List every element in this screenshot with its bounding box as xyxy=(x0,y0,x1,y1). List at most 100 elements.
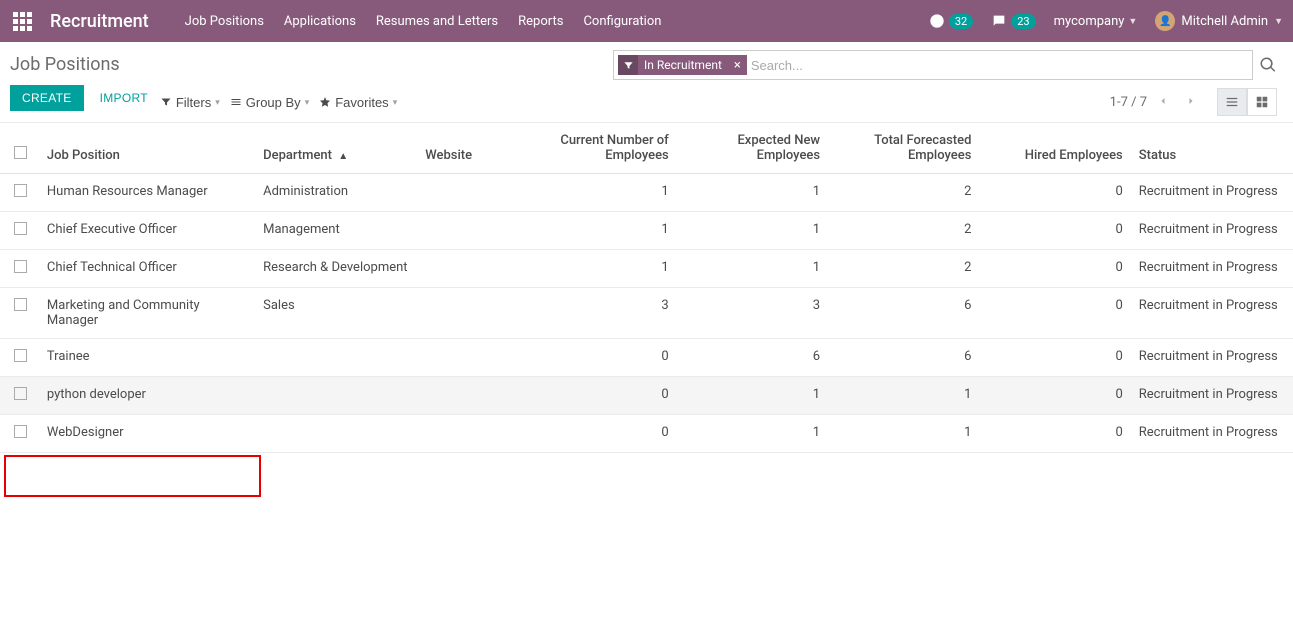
cell-stat: Recruitment in Progress xyxy=(1131,212,1293,250)
cell-job: Chief Executive Officer xyxy=(39,212,255,250)
cell-hir: 0 xyxy=(979,415,1130,453)
table-row[interactable]: Marketing and Community ManagerSales3360… xyxy=(0,288,1293,339)
messages-indicator[interactable]: 23 xyxy=(991,13,1035,29)
cell-cur: 1 xyxy=(525,174,676,212)
control-panel: Job Positions CREATE IMPORT In Recruitme… xyxy=(0,42,1293,123)
create-button[interactable]: CREATE xyxy=(10,85,84,111)
company-switcher[interactable]: mycompany ▼ xyxy=(1054,14,1138,29)
cell-dept xyxy=(255,339,417,377)
col-department[interactable]: Department ▲ xyxy=(255,123,417,174)
cell-job: python developer xyxy=(39,377,255,415)
cell-hir: 0 xyxy=(979,377,1130,415)
search-facet: In Recruitment × xyxy=(618,55,747,75)
pager-prev-button[interactable] xyxy=(1151,93,1175,112)
pager: 1-7 / 7 xyxy=(1110,93,1203,112)
messages-badge: 23 xyxy=(1011,14,1035,29)
cell-hir: 0 xyxy=(979,174,1130,212)
cell-cur: 0 xyxy=(525,377,676,415)
nav-reports[interactable]: Reports xyxy=(518,14,563,29)
col-hired-employees[interactable]: Hired Employees xyxy=(979,123,1130,174)
col-expected-employees[interactable]: Expected New Employees xyxy=(677,123,828,174)
chevron-down-icon: ▾ xyxy=(305,97,310,108)
cell-dept xyxy=(255,377,417,415)
view-switcher xyxy=(1217,88,1277,116)
cell-exp: 1 xyxy=(677,174,828,212)
chevron-down-icon: ▼ xyxy=(1128,16,1137,27)
col-current-employees[interactable]: Current Number of Employees xyxy=(525,123,676,174)
row-checkbox[interactable] xyxy=(14,349,27,362)
cell-job: Marketing and Community Manager xyxy=(39,288,255,339)
kanban-icon xyxy=(1255,95,1269,109)
groupby-button[interactable]: Group By ▾ xyxy=(230,95,309,110)
cell-stat: Recruitment in Progress xyxy=(1131,377,1293,415)
cell-cur: 3 xyxy=(525,288,676,339)
pager-next-button[interactable] xyxy=(1179,93,1203,112)
apps-icon[interactable] xyxy=(10,9,34,33)
cell-exp: 3 xyxy=(677,288,828,339)
table-row[interactable]: Human Resources ManagerAdministration112… xyxy=(0,174,1293,212)
select-all-checkbox[interactable] xyxy=(14,146,27,159)
col-website[interactable]: Website xyxy=(417,123,525,174)
cell-hir: 0 xyxy=(979,212,1130,250)
sort-asc-icon: ▲ xyxy=(338,151,348,162)
import-button[interactable]: IMPORT xyxy=(92,85,156,111)
pager-text: 1-7 / 7 xyxy=(1110,95,1147,110)
table-row[interactable]: Trainee0660Recruitment in Progress xyxy=(0,339,1293,377)
list-view-button[interactable] xyxy=(1217,88,1247,116)
row-checkbox[interactable] xyxy=(14,425,27,438)
highlight-box xyxy=(4,455,261,497)
cell-web xyxy=(417,288,525,339)
cell-dept: Administration xyxy=(255,174,417,212)
cell-stat: Recruitment in Progress xyxy=(1131,339,1293,377)
cell-hir: 0 xyxy=(979,288,1130,339)
favorites-button[interactable]: Favorites ▾ xyxy=(319,95,397,110)
cell-web xyxy=(417,174,525,212)
cell-dept: Management xyxy=(255,212,417,250)
table-row[interactable]: Chief Technical OfficerResearch & Develo… xyxy=(0,250,1293,288)
table-row[interactable]: Chief Executive OfficerManagement1120Rec… xyxy=(0,212,1293,250)
filter-icon xyxy=(160,96,172,108)
chevron-down-icon: ▼ xyxy=(1274,16,1283,27)
table-row[interactable]: WebDesigner0110Recruitment in Progress xyxy=(0,415,1293,453)
job-positions-table: Job Position Department ▲ Website Curren… xyxy=(0,123,1293,453)
star-icon xyxy=(319,96,331,108)
activity-indicator[interactable]: 32 xyxy=(929,13,973,29)
filter-icon xyxy=(618,55,638,75)
search-box[interactable]: In Recruitment × xyxy=(613,50,1253,80)
avatar: 👤 xyxy=(1155,11,1175,31)
kanban-view-button[interactable] xyxy=(1247,88,1277,116)
brand-title[interactable]: Recruitment xyxy=(50,11,149,32)
row-checkbox[interactable] xyxy=(14,184,27,197)
table-row[interactable]: python developer0110Recruitment in Progr… xyxy=(0,377,1293,415)
facet-remove-icon[interactable]: × xyxy=(728,58,747,73)
row-checkbox[interactable] xyxy=(14,298,27,311)
col-forecasted-employees[interactable]: Total Forecasted Employees xyxy=(828,123,979,174)
cell-dept: Research & Development xyxy=(255,250,417,288)
nav-job-positions[interactable]: Job Positions xyxy=(185,14,264,29)
chevron-down-icon: ▾ xyxy=(215,97,220,108)
cell-stat: Recruitment in Progress xyxy=(1131,174,1293,212)
cell-for: 6 xyxy=(828,288,979,339)
row-checkbox[interactable] xyxy=(14,387,27,400)
col-status[interactable]: Status xyxy=(1131,123,1293,174)
cell-exp: 1 xyxy=(677,377,828,415)
search-input[interactable] xyxy=(751,58,1248,73)
user-menu[interactable]: 👤 Mitchell Admin ▼ xyxy=(1155,11,1283,31)
filters-button[interactable]: Filters ▾ xyxy=(160,95,220,110)
cell-exp: 1 xyxy=(677,415,828,453)
cell-cur: 1 xyxy=(525,250,676,288)
list-icon xyxy=(1225,95,1239,109)
search-icon[interactable] xyxy=(1259,56,1277,74)
nav-configuration[interactable]: Configuration xyxy=(583,14,661,29)
col-job-position[interactable]: Job Position xyxy=(39,123,255,174)
nav-applications[interactable]: Applications xyxy=(284,14,356,29)
nav-resumes[interactable]: Resumes and Letters xyxy=(376,14,498,29)
cell-exp: 1 xyxy=(677,250,828,288)
cell-for: 1 xyxy=(828,415,979,453)
cell-web xyxy=(417,377,525,415)
row-checkbox[interactable] xyxy=(14,260,27,273)
user-name: Mitchell Admin xyxy=(1181,14,1268,29)
cell-web xyxy=(417,339,525,377)
row-checkbox[interactable] xyxy=(14,222,27,235)
cell-for: 2 xyxy=(828,212,979,250)
